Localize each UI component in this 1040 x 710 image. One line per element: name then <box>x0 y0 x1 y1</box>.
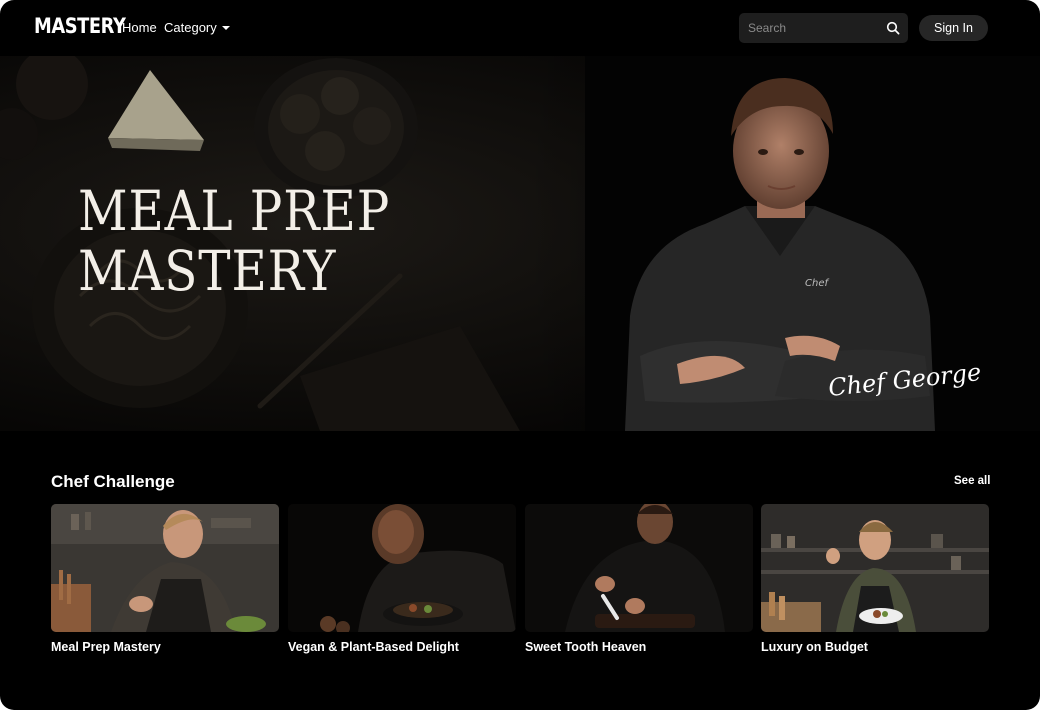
card-title: Vegan & Plant-Based Delight <box>288 640 459 654</box>
hero-title: MEAL PREP MASTERY <box>78 181 390 301</box>
card-image-vegan <box>288 504 516 632</box>
challenge-card-2[interactable]: Vegan & Plant-Based Delight <box>288 504 516 654</box>
nav-category-dropdown[interactable]: Category <box>164 20 230 35</box>
search-box <box>739 13 908 43</box>
top-nav: MASTERY Home Category Sign In <box>0 0 1040 56</box>
see-all-link[interactable]: See all <box>954 475 990 487</box>
site-logo[interactable]: MASTERY <box>34 14 126 38</box>
section-title: Chef Challenge <box>51 472 175 491</box>
card-image-luxury-budget <box>761 504 989 632</box>
card-image-meal-prep <box>51 504 279 632</box>
hero-title-line-2: MASTERY <box>78 239 337 303</box>
card-image-sweet-tooth <box>525 504 753 632</box>
card-title: Luxury on Budget <box>761 640 868 654</box>
hero-title-line-1: MEAL PREP <box>78 179 391 243</box>
jacket-chef-label: Chef <box>805 278 829 289</box>
sign-in-button[interactable]: Sign In <box>919 15 988 41</box>
card-title: Meal Prep Mastery <box>51 640 161 654</box>
challenge-card-4[interactable]: Luxury on Budget <box>761 504 989 654</box>
nav-category-label: Category <box>164 20 217 35</box>
search-input[interactable] <box>739 13 879 43</box>
search-icon[interactable] <box>886 21 900 35</box>
nav-home-link[interactable]: Home <box>122 20 157 35</box>
chevron-down-icon <box>221 26 230 30</box>
page-frame: MASTERY Home Category Sign In <box>0 0 1040 710</box>
card-title: Sweet Tooth Heaven <box>525 640 647 654</box>
challenge-card-1[interactable]: Meal Prep Mastery <box>51 504 279 654</box>
challenge-card-3[interactable]: Sweet Tooth Heaven <box>525 504 753 654</box>
hero-banner: MEAL PREP MASTERY Chef Chef George <box>0 56 1040 431</box>
